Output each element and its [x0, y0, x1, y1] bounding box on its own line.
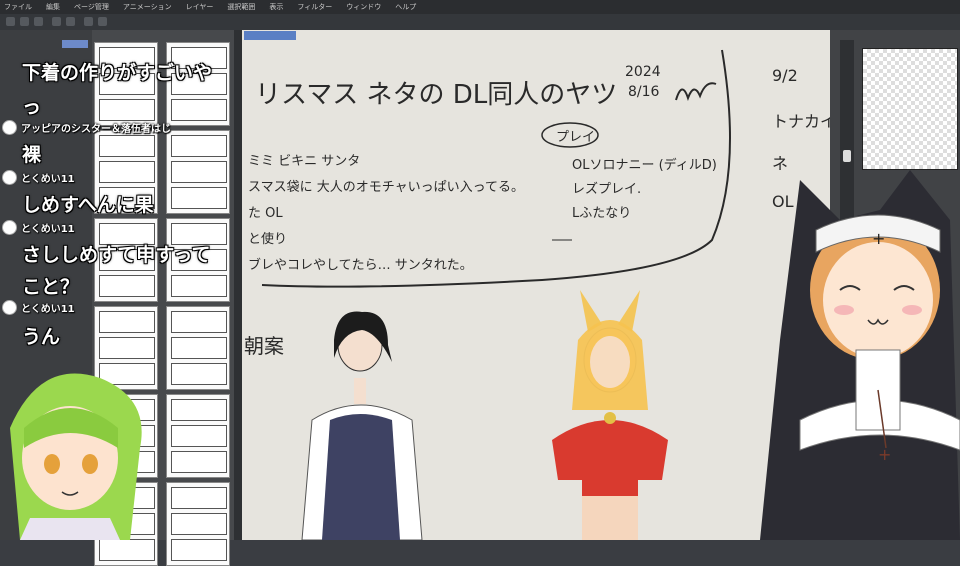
page-thumbnail[interactable] — [166, 306, 230, 390]
comment-text: さししめすて申すって — [22, 244, 211, 266]
comment-username: とくめい11 — [21, 224, 75, 235]
user-avatar-icon — [2, 300, 17, 315]
comment-text: しめすへんに果 — [22, 194, 154, 216]
comic-panel — [171, 513, 227, 535]
comic-panel — [171, 275, 227, 297]
comic-panel — [99, 275, 155, 297]
menu-item-7[interactable]: フィルター — [297, 2, 332, 12]
comic-panel — [171, 425, 227, 447]
green-hair-avatar — [10, 373, 142, 540]
side-date: 9/2 — [772, 66, 798, 85]
user-avatar-icon — [2, 220, 17, 235]
side-note: トナカイ — [772, 112, 837, 131]
menu-item-3[interactable]: アニメーション — [123, 2, 172, 12]
svg-text:+: + — [878, 445, 891, 464]
menu-item-0[interactable]: ファイル — [4, 2, 32, 12]
scrollbar[interactable] — [234, 30, 242, 540]
menu-item-4[interactable]: レイヤー — [186, 2, 214, 12]
comic-panel — [99, 135, 155, 157]
undo-icon[interactable] — [52, 17, 61, 26]
sketch-date-year: 2024 — [625, 64, 661, 80]
nun-avatar: + + — [760, 170, 960, 540]
comment-text: 下着の作りがすごいや — [22, 62, 213, 84]
open-file-icon[interactable] — [20, 17, 29, 26]
comic-panel — [171, 487, 227, 509]
comic-panel — [171, 451, 227, 473]
menu-item-1[interactable]: 編集 — [46, 2, 60, 12]
play-label: プレイ — [556, 130, 596, 145]
comic-panel — [171, 99, 227, 121]
comic-panel — [99, 539, 155, 561]
comment-user: アッピアのシスター＆落伍者はじ — [2, 120, 171, 135]
sketch-note: ミミ ビキニ サンタ — [248, 154, 361, 169]
comic-panel — [171, 187, 227, 209]
menu-bar: ファイル 編集 ページ管理 アニメーション レイヤー 選択範囲 表示 フィルター ウィンドウ ヘル… — [0, 0, 960, 14]
sketch-layer — [261, 49, 731, 540]
comment-text: うん — [22, 326, 61, 348]
redo-icon[interactable] — [66, 17, 75, 26]
comic-panel — [171, 311, 227, 333]
comic-panel — [171, 539, 227, 561]
play-item: Lふたなり — [572, 206, 632, 221]
comic-panel — [171, 337, 227, 359]
svg-text:+: + — [872, 229, 885, 248]
comment-text: っ — [22, 96, 42, 118]
comic-panel — [171, 363, 227, 385]
comic-panel — [171, 161, 227, 183]
comic-panel — [171, 399, 227, 421]
ol-character-drawing — [301, 311, 423, 540]
comment-text: 裸 — [22, 144, 42, 166]
comic-panel — [99, 311, 155, 333]
santa-character-drawing — [552, 290, 668, 540]
sketch-note: と使り — [248, 232, 288, 247]
comic-panel — [99, 99, 155, 121]
sketch-date-md: 8/16 — [628, 84, 660, 100]
comment-text: こと？ — [22, 276, 80, 298]
menu-item-2[interactable]: ページ管理 — [74, 2, 109, 12]
menu-item-8[interactable]: ウィンドウ — [346, 2, 381, 12]
menu-item-9[interactable]: ヘルプ — [395, 2, 416, 12]
sketch-note: ブレやコレやしてたら… サンタれた。 — [248, 258, 473, 273]
play-item: レズプレイ. — [572, 182, 642, 197]
sketch-note: た OL — [248, 206, 283, 221]
user-avatar-icon — [2, 120, 17, 135]
menu-item-6[interactable]: 表示 — [269, 2, 283, 12]
comment-user: とくめい11 — [2, 300, 75, 315]
canvas-tab[interactable] — [244, 31, 296, 40]
page-thumbnail[interactable] — [166, 394, 230, 478]
toolbar — [0, 14, 960, 31]
delete-icon[interactable] — [84, 17, 93, 26]
sketch-note: スマス袋に 大人のオモチャいっぱい入ってる。 — [248, 180, 524, 195]
comic-panel — [171, 135, 227, 157]
play-item: OLソロナニー (ディルD) — [572, 158, 717, 173]
comic-panel — [99, 161, 155, 183]
comment-username: アッピアのシスター＆落伍者はじ — [21, 124, 171, 135]
layer-selected[interactable] — [62, 40, 88, 48]
page-thumbnail[interactable] — [166, 130, 230, 214]
plan-label: 朝案 — [244, 334, 284, 358]
fill-icon[interactable] — [98, 17, 107, 26]
comic-panel — [99, 337, 155, 359]
comment-user: とくめい11 — [2, 170, 75, 185]
page-thumbnail[interactable] — [166, 482, 230, 566]
menu-item-5[interactable]: 選択範囲 — [227, 2, 255, 12]
new-file-icon[interactable] — [6, 17, 15, 26]
comment-username: とくめい11 — [21, 304, 75, 315]
sketch-title: リスマス ネタの DL同人のヤツ — [255, 80, 618, 110]
comment-username: とくめい11 — [21, 174, 75, 185]
user-avatar-icon — [2, 170, 17, 185]
save-icon[interactable] — [34, 17, 43, 26]
comment-user: とくめい11 — [2, 220, 75, 235]
color-swatch-grid[interactable] — [862, 48, 958, 170]
signature-mark — [675, 82, 717, 101]
